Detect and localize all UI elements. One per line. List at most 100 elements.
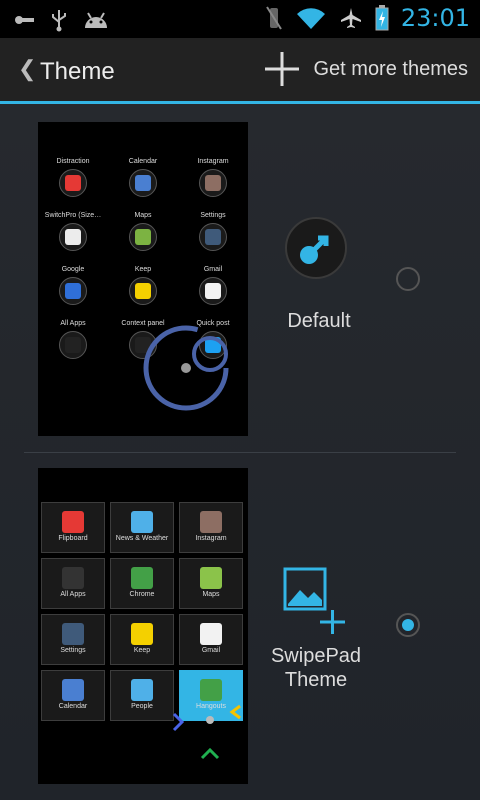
theme-divider [24, 452, 456, 453]
preview-app-1: Distraction [38, 158, 108, 197]
preview-app-glyph [135, 175, 151, 191]
default-theme-icon [285, 217, 347, 279]
preview-app-glyph [135, 229, 151, 245]
swipe-arrows-graphic [172, 704, 241, 760]
preview-tile-label: Flipboard [58, 535, 88, 542]
preview-app-glyph [205, 229, 221, 245]
preview-app-8: Keep [108, 266, 178, 305]
preview-tile-2: News & Weather [110, 502, 174, 553]
get-more-themes-label: Get more themes [313, 57, 468, 80]
theme-radio-swipepad[interactable] [396, 613, 420, 637]
preview-app-label: All Apps [60, 320, 86, 327]
preview-app-icon [129, 169, 157, 197]
preview-app-label: Maps [134, 212, 152, 219]
preview-tile-icon [200, 567, 222, 589]
preview-app-icon [129, 223, 157, 251]
theme-row-default[interactable]: Distraction Calendar Instagram SwitchPro (S… [24, 104, 456, 452]
preview-tile-label: Keep [133, 647, 151, 654]
preview-tile-icon [62, 567, 84, 589]
radio-selected-dot [402, 619, 414, 631]
back-button[interactable]: ❮ [18, 56, 36, 82]
preview-app-glyph [205, 175, 221, 191]
theme-preview-default: Distraction Calendar Instagram SwitchPro (S… [38, 122, 248, 436]
preview-app-icon [59, 331, 87, 359]
theme-preview-swipepad: Flipboard News & Weather Instagram All Apps… [38, 468, 248, 784]
preview-tile-7: Settings [41, 614, 105, 665]
preview-app-icon [199, 277, 227, 305]
preview-tile-8: Keep [110, 614, 174, 665]
preview-app-glyph [65, 229, 81, 245]
preview-app-icon [199, 223, 227, 251]
airplane-icon [340, 8, 361, 28]
preview-app-glyph [65, 337, 81, 353]
preview-tile-icon [131, 567, 153, 589]
preview-app-label: Keep [134, 266, 152, 273]
android-icon [85, 12, 107, 28]
preview-app-3: Instagram [178, 158, 248, 197]
preview-app-icon [59, 169, 87, 197]
preview-app-label: Settings [200, 212, 226, 219]
theme-row-swipepad[interactable]: Flipboard News & Weather Instagram All Apps… [24, 456, 456, 800]
preview-app-icon [129, 277, 157, 305]
preview-app-icon [59, 223, 87, 251]
preview-tile-4: All Apps [41, 558, 105, 609]
usb-icon [52, 10, 66, 32]
preview-tile-3: Instagram [179, 502, 243, 553]
preview-tile-icon [62, 623, 84, 645]
theme-name-swipepad: SwipePad Theme [270, 645, 362, 691]
preview-tile-icon [200, 511, 222, 533]
theme-radio-default[interactable] [396, 267, 420, 291]
preview-app-label: Google [61, 266, 85, 273]
preview-app-9: Gmail [178, 266, 248, 305]
preview-app-icon [199, 169, 227, 197]
preview-tile-label: Settings [60, 647, 86, 654]
preview-tile-icon [131, 511, 153, 533]
preview-app-glyph [135, 283, 151, 299]
preview-tile-9: Gmail [179, 614, 243, 665]
theme-list: Distraction Calendar Instagram SwitchPro (S… [0, 104, 480, 800]
preview-app-label: Gmail [203, 266, 223, 273]
preview-tile-icon [62, 511, 84, 533]
preview-tile-label: Maps [202, 591, 220, 598]
preview-tile-label: Calendar [58, 703, 88, 710]
action-bar: ❮ Theme Get more themes [0, 38, 480, 104]
preview-app-label: Distraction [56, 158, 90, 165]
preview-tile-icon [131, 623, 153, 645]
preview-tile-label: Instagram [195, 535, 227, 542]
swipepad-theme-icon [283, 567, 345, 634]
get-more-themes-button[interactable]: Get more themes [265, 52, 468, 86]
preview-app-glyph [65, 283, 81, 299]
preview-app-2: Calendar [108, 158, 178, 197]
preview-app-glyph [65, 175, 81, 191]
status-bar: 23:01 [0, 0, 480, 38]
quick-post-ring-graphic [192, 336, 228, 372]
preview-tile-icon [200, 679, 222, 701]
preview-app-label: SwitchPro (Size… [44, 212, 102, 219]
preview-tile-10: Calendar [41, 670, 105, 721]
preview-tile-icon [200, 623, 222, 645]
battery-charging-icon [375, 5, 389, 31]
preview-tile-6: Maps [179, 558, 243, 609]
theme-name-default: Default [287, 310, 351, 332]
preview-tile-icon [131, 679, 153, 701]
preview-app-label: Instagram [197, 158, 229, 165]
preview-app-5: Maps [108, 212, 178, 251]
preview-app-icon [59, 277, 87, 305]
wifi-icon [296, 8, 325, 29]
plus-icon [265, 52, 300, 86]
preview-app-label: Calendar [128, 158, 158, 165]
mute-icon [265, 6, 282, 30]
preview-tile-label: Gmail [201, 647, 221, 654]
preview-tile-label: All Apps [60, 591, 86, 598]
preview-tile-label: Chrome [129, 591, 155, 598]
preview-tile-icon [62, 679, 84, 701]
page-title[interactable]: Theme [40, 58, 115, 86]
clock: 23:01 [400, 4, 470, 32]
preview-app-10: All Apps [38, 320, 108, 359]
preview-tile-1: Flipboard [41, 502, 105, 553]
preview-app-glyph [205, 283, 221, 299]
preview-tile-5: Chrome [110, 558, 174, 609]
usb-debug-icon [15, 16, 34, 24]
preview-tile-label: News & Weather [115, 535, 169, 542]
preview-app-4: SwitchPro (Size… [38, 212, 108, 251]
